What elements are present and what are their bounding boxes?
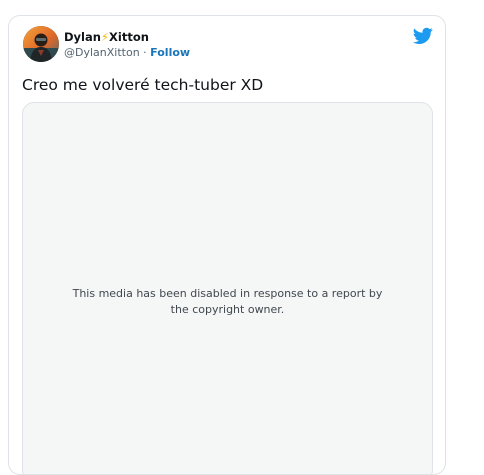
lightning-bolt-icon: ⚡ [100, 30, 110, 44]
display-name[interactable]: Dylan⚡Xitton [64, 30, 190, 45]
avatar-image [23, 26, 59, 62]
tweet-header: Dylan⚡Xitton @DylanXitton · Follow [22, 26, 433, 66]
media-disabled-message: This media has been disabled in response… [72, 287, 383, 316]
handle-row: @DylanXitton · Follow [64, 45, 190, 60]
user-handle[interactable]: @DylanXitton [64, 46, 140, 59]
author-names: Dylan⚡Xitton @DylanXitton · Follow [64, 30, 190, 60]
separator-dot: · [143, 46, 147, 59]
media-container[interactable]: This media has been disabled in response… [22, 102, 433, 474]
display-name-first: Dylan [64, 30, 101, 44]
avatar[interactable] [23, 26, 59, 62]
twitter-bird-icon[interactable] [413, 27, 433, 45]
display-name-last: Xitton [109, 30, 149, 44]
tweet-text: Creo me volveré tech-tuber XD [22, 76, 264, 94]
follow-button[interactable]: Follow [150, 46, 190, 59]
tweet-card[interactable]: Dylan⚡Xitton @DylanXitton · Follow Creo … [8, 15, 446, 475]
